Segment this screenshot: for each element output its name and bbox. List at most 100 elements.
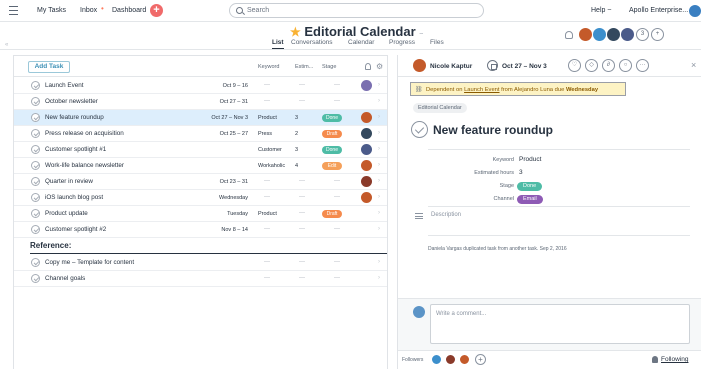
task-checkbox[interactable] — [31, 145, 40, 154]
tab-calendar[interactable]: Calendar — [348, 39, 374, 46]
follower-avatar[interactable] — [459, 354, 470, 365]
task-assignee-avatar[interactable] — [361, 112, 372, 123]
member-avatar[interactable] — [606, 27, 621, 42]
task-assignee-avatar[interactable] — [361, 192, 372, 203]
task-estimate[interactable]: 2 — [295, 131, 298, 137]
task-title[interactable]: New feature roundup — [433, 123, 553, 137]
task-name[interactable]: New feature roundup — [45, 114, 104, 121]
task-due-date[interactable]: Oct 27 – 31 — [220, 99, 248, 105]
task-checkbox[interactable] — [31, 113, 40, 122]
column-header-estimate[interactable]: Estim... — [295, 64, 313, 70]
assignee-name[interactable]: Nicole Kaptur — [430, 63, 472, 70]
task-name[interactable]: Customer spotlight #1 — [45, 146, 106, 153]
stage-empty[interactable]: — — [334, 226, 340, 232]
task-due-date[interactable]: Wednesday — [219, 195, 248, 201]
tab-progress[interactable]: Progress — [389, 39, 415, 46]
table-row[interactable]: Launch Event Oct 9 – 16 — — — › — [14, 78, 387, 94]
member-avatar[interactable] — [578, 27, 593, 42]
task-checkbox[interactable] — [31, 209, 40, 218]
nav-my-tasks[interactable]: My Tasks — [37, 7, 66, 14]
field-value-hours[interactable]: 3 — [519, 169, 523, 176]
task-estimate[interactable]: — — [299, 194, 305, 200]
task-estimate[interactable]: 3 — [295, 147, 298, 153]
dependency-banner[interactable]: ⛓ Dependent on Launch Event from Alejand… — [410, 82, 626, 96]
task-name[interactable]: Work-life balance newsletter — [45, 162, 124, 169]
follower-avatar[interactable] — [431, 354, 442, 365]
task-checkbox[interactable] — [31, 97, 40, 106]
chevron-right-icon[interactable]: › — [378, 194, 380, 200]
task-keyword[interactable]: — — [264, 259, 270, 265]
field-value-stage[interactable]: Done — [517, 182, 543, 191]
gear-icon[interactable]: ⚙ — [376, 62, 383, 71]
task-keyword[interactable]: Product — [258, 211, 277, 217]
add-task-button[interactable]: Add Task — [28, 61, 70, 73]
task-keyword[interactable]: Press — [258, 131, 272, 137]
follower-avatar[interactable] — [445, 354, 456, 365]
stage-pill[interactable]: Done — [322, 146, 342, 154]
task-estimate[interactable]: — — [299, 82, 305, 88]
task-due-date[interactable]: Oct 23 – 31 — [220, 179, 248, 185]
task-estimate[interactable]: — — [299, 259, 305, 265]
tab-files[interactable]: Files — [430, 39, 444, 46]
task-keyword[interactable]: — — [264, 275, 270, 281]
calendar-icon[interactable] — [487, 60, 498, 71]
task-name[interactable]: Customer spotlight #2 — [45, 226, 106, 233]
task-keyword[interactable]: — — [264, 178, 270, 184]
column-header-keyword[interactable]: Keyword — [258, 64, 279, 70]
task-checkbox[interactable] — [31, 225, 40, 234]
task-keyword[interactable]: Customer — [258, 147, 282, 153]
table-row[interactable]: New feature roundup Oct 27 – Nov 3 Product… — [14, 110, 387, 126]
task-checkbox[interactable] — [31, 81, 40, 90]
task-assignee-avatar[interactable] — [361, 160, 372, 171]
task-keyword[interactable]: — — [264, 98, 270, 104]
task-checkbox[interactable] — [31, 193, 40, 202]
task-checkbox[interactable] — [31, 177, 40, 186]
task-estimate[interactable]: — — [299, 98, 305, 104]
task-assignee-avatar[interactable] — [361, 144, 372, 155]
table-row[interactable]: Quarter in review Oct 23 – 31 — — — › — [14, 174, 387, 190]
task-keyword[interactable]: — — [264, 226, 270, 232]
organization-switcher[interactable]: Apollo Enterprise... — [629, 7, 688, 14]
task-name[interactable]: Launch Event — [45, 82, 84, 89]
search-input[interactable]: Search — [229, 3, 484, 18]
assignee-column-icon[interactable] — [365, 63, 371, 70]
members-icon[interactable] — [565, 31, 573, 39]
task-due-date[interactable]: Tuesday — [227, 211, 248, 217]
task-due-date[interactable]: Oct 27 – Nov 3 — [211, 115, 248, 121]
tag-icon[interactable]: ◇ — [585, 59, 598, 72]
description-field[interactable]: Description — [431, 212, 461, 218]
task-estimate[interactable]: — — [299, 226, 305, 232]
chevron-right-icon[interactable]: › — [378, 275, 380, 281]
more-options-icon[interactable]: ··· — [636, 59, 649, 72]
task-assignee-avatar[interactable] — [361, 128, 372, 139]
nav-inbox[interactable]: Inbox — [80, 7, 97, 14]
section-header[interactable]: Reference: — [30, 238, 387, 254]
task-keyword[interactable]: — — [264, 194, 270, 200]
chevron-right-icon[interactable]: › — [378, 82, 380, 88]
task-name[interactable]: Product update — [45, 210, 88, 217]
task-name[interactable]: Channel goals — [45, 275, 85, 282]
add-follower-button[interactable]: + — [475, 354, 486, 365]
task-estimate[interactable]: 4 — [295, 163, 298, 169]
close-icon[interactable]: × — [691, 60, 696, 70]
task-name[interactable]: Press release on acquisition — [45, 130, 124, 137]
task-due-date[interactable]: Oct 25 – 27 — [220, 131, 248, 137]
column-header-stage[interactable]: Stage — [322, 64, 336, 70]
task-due-date[interactable]: Nov 8 – 14 — [221, 227, 248, 233]
task-estimate[interactable]: — — [299, 275, 305, 281]
task-name[interactable]: Copy me – Template for content — [45, 259, 134, 266]
chevron-right-icon[interactable]: › — [378, 178, 380, 184]
stage-empty[interactable]: — — [334, 275, 340, 281]
stage-pill[interactable]: Edit — [322, 162, 342, 170]
star-icon[interactable]: ★ — [290, 25, 301, 39]
nav-dashboard[interactable]: Dashboard — [112, 7, 146, 14]
stage-empty[interactable]: — — [334, 178, 340, 184]
member-avatar[interactable] — [592, 27, 607, 42]
project-pill[interactable]: Editorial Calendar — [413, 103, 467, 113]
table-row[interactable]: Customer spotlight #1 Customer 3 Done › — [14, 142, 387, 158]
subtask-icon[interactable]: ○ — [619, 59, 632, 72]
stage-pill[interactable]: Done — [322, 114, 342, 122]
task-estimate[interactable]: 3 — [295, 115, 298, 121]
comment-input[interactable]: Write a comment... — [430, 304, 690, 344]
complete-task-checkbox[interactable] — [411, 121, 428, 138]
